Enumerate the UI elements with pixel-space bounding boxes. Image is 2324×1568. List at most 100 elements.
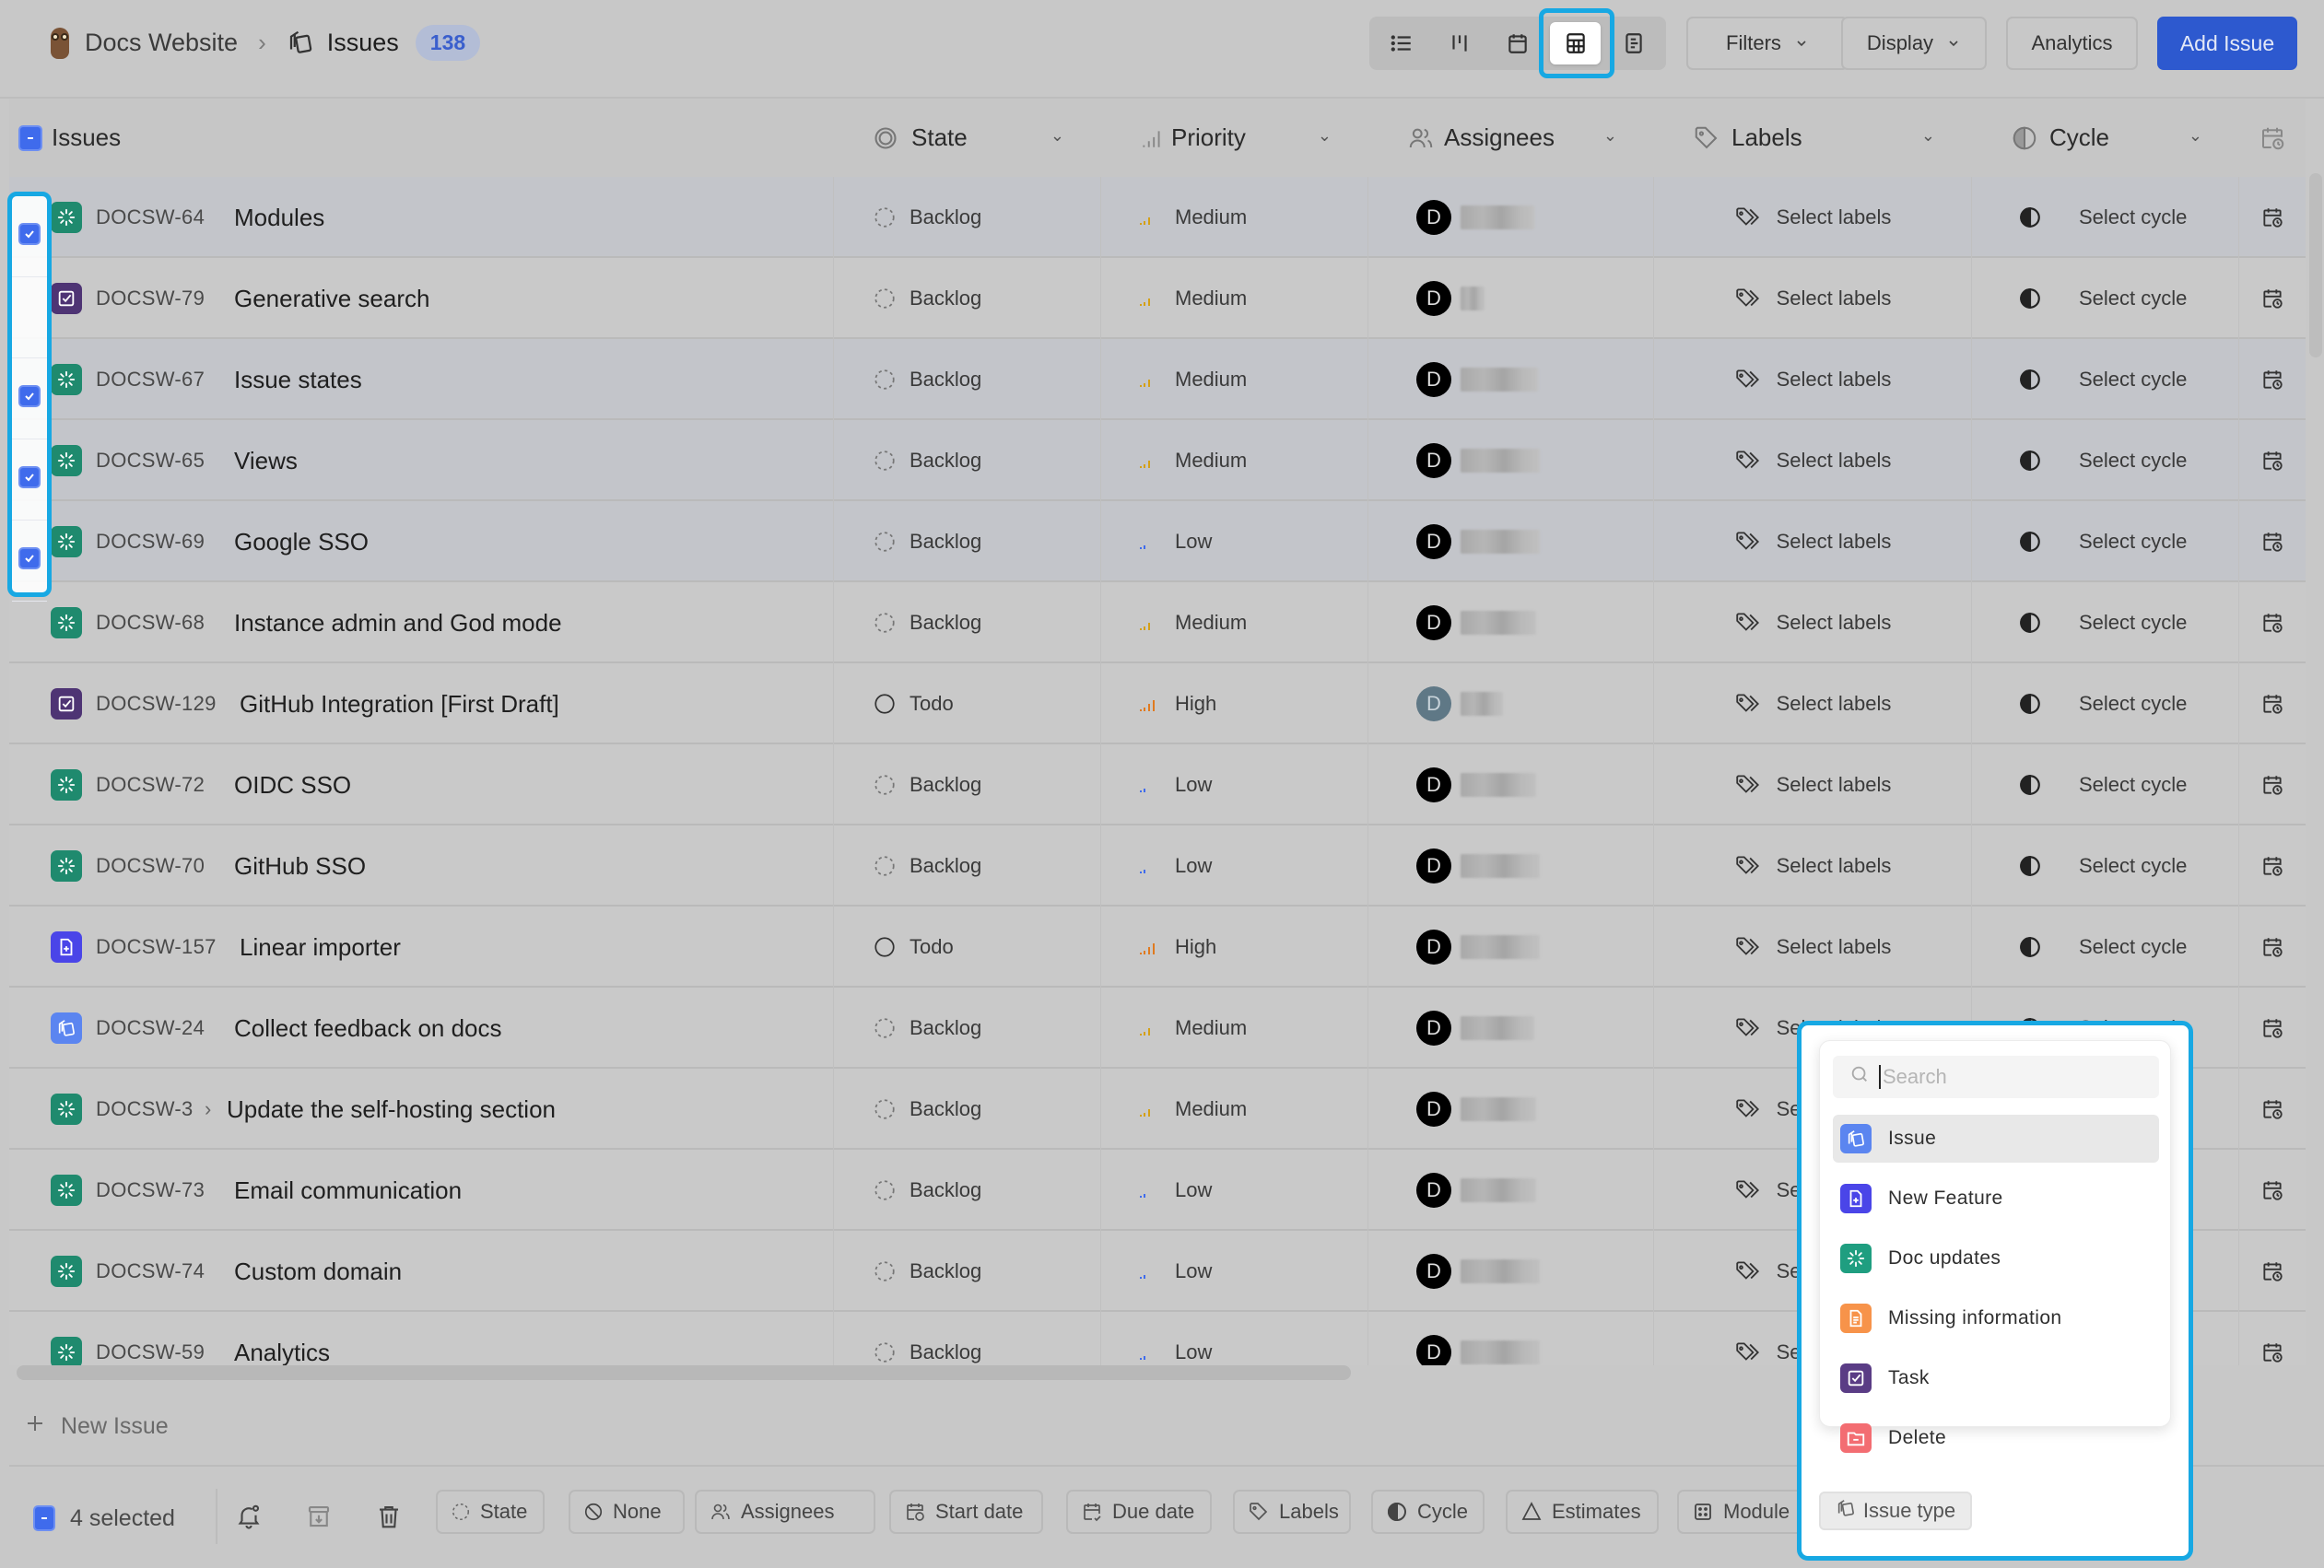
issue-cell[interactable]: DOCSW-72 OIDC SSO: [9, 744, 834, 825]
cycle-dropdown[interactable]: Select cycle: [1972, 582, 2239, 663]
assignee-dropdown[interactable]: D: [1368, 339, 1654, 420]
cycle-dropdown[interactable]: Select cycle: [1972, 825, 2239, 907]
state-dropdown[interactable]: Backlog: [834, 1069, 1101, 1150]
issue-type-option-missing-information[interactable]: Missing information: [1833, 1294, 2159, 1342]
priority-dropdown[interactable]: Low: [1101, 744, 1368, 825]
column-header-start-date[interactable]: [2239, 99, 2306, 177]
state-dropdown[interactable]: Backlog: [834, 420, 1101, 501]
column-header-state[interactable]: State ⌄: [834, 99, 1101, 177]
issue-cell[interactable]: DOCSW-3 › Update the self-hosting sectio…: [9, 1069, 834, 1150]
labels-dropdown[interactable]: Select labels: [1654, 907, 1972, 988]
cycle-dropdown[interactable]: Select cycle: [1972, 258, 2239, 339]
cycle-dropdown[interactable]: Select cycle: [1972, 501, 2239, 582]
start-date-button[interactable]: [2239, 825, 2306, 907]
issue-title[interactable]: GitHub SSO: [234, 825, 366, 907]
vertical-scrollbar[interactable]: [2309, 173, 2322, 357]
gantt-layout-button[interactable]: [1608, 22, 1659, 64]
priority-dropdown[interactable]: High: [1101, 663, 1368, 744]
cycle-dropdown[interactable]: Select cycle: [1972, 177, 2239, 258]
row-checkbox-checked[interactable]: [18, 547, 41, 569]
table-row[interactable]: DOCSW-68 Instance admin and God mode Bac…: [9, 582, 2306, 663]
issue-cell[interactable]: DOCSW-67 Issue states: [9, 339, 834, 420]
row-checkbox-checked[interactable]: [18, 223, 41, 245]
assignee-dropdown[interactable]: D: [1368, 1069, 1654, 1150]
priority-dropdown[interactable]: Medium: [1101, 339, 1368, 420]
table-row[interactable]: DOCSW-129 GitHub Integration [First Draf…: [9, 663, 2306, 744]
priority-dropdown[interactable]: Medium: [1101, 1069, 1368, 1150]
table-row[interactable]: DOCSW-64 Modules Backlog Medium D Select…: [9, 177, 2306, 258]
bulk-issue-type-button[interactable]: Issue type: [1819, 1492, 1972, 1530]
table-row[interactable]: DOCSW-69 Google SSO Backlog Low D Select…: [9, 501, 2306, 582]
row-select-cell[interactable]: [12, 521, 47, 602]
start-date-button[interactable]: [2239, 501, 2306, 582]
horizontal-scrollbar[interactable]: [17, 1365, 1351, 1380]
labels-dropdown[interactable]: Select labels: [1654, 825, 1972, 907]
filters-button[interactable]: Filters: [1686, 17, 1849, 70]
row-select-cell[interactable]: [12, 439, 47, 521]
state-dropdown[interactable]: Backlog: [834, 258, 1101, 339]
state-dropdown[interactable]: Backlog: [834, 988, 1101, 1069]
bulk-assignees-button[interactable]: Assignees: [695, 1490, 875, 1534]
labels-dropdown[interactable]: Select labels: [1654, 258, 1972, 339]
column-header-issues[interactable]: Issues: [18, 99, 834, 177]
state-dropdown[interactable]: Backlog: [834, 177, 1101, 258]
priority-dropdown[interactable]: Low: [1101, 1150, 1368, 1231]
start-date-button[interactable]: [2239, 1312, 2306, 1365]
column-header-priority[interactable]: Priority ⌄: [1101, 99, 1368, 177]
issue-type-option-new-feature[interactable]: New Feature: [1833, 1175, 2159, 1223]
add-issue-button[interactable]: Add Issue: [2157, 17, 2297, 70]
kanban-layout-button[interactable]: [1435, 22, 1485, 64]
new-issue-button[interactable]: New Issue: [24, 1407, 169, 1445]
state-dropdown[interactable]: Backlog: [834, 501, 1101, 582]
start-date-button[interactable]: [2239, 744, 2306, 825]
issue-cell[interactable]: DOCSW-157 Linear importer: [9, 907, 834, 988]
issue-cell[interactable]: DOCSW-70 GitHub SSO: [9, 825, 834, 907]
issue-type-option-task[interactable]: Task: [1833, 1354, 2159, 1402]
assignee-dropdown[interactable]: D: [1368, 744, 1654, 825]
assignee-dropdown[interactable]: D: [1368, 663, 1654, 744]
state-dropdown[interactable]: Backlog: [834, 1150, 1101, 1231]
assignee-dropdown[interactable]: D: [1368, 177, 1654, 258]
bulk-due-date-button[interactable]: Due date: [1066, 1490, 1212, 1534]
cycle-dropdown[interactable]: Select cycle: [1972, 420, 2239, 501]
table-row[interactable]: DOCSW-72 OIDC SSO Backlog Low D Select l…: [9, 744, 2306, 825]
select-all-checkbox[interactable]: [18, 124, 42, 151]
state-dropdown[interactable]: Backlog: [834, 339, 1101, 420]
bulk-cycle-button[interactable]: Cycle: [1371, 1490, 1485, 1534]
start-date-button[interactable]: [2239, 582, 2306, 663]
assignee-dropdown[interactable]: D: [1368, 258, 1654, 339]
assignee-dropdown[interactable]: D: [1368, 1312, 1654, 1365]
priority-dropdown[interactable]: Low: [1101, 1312, 1368, 1365]
bulk-module-button[interactable]: Module: [1677, 1490, 1811, 1534]
start-date-button[interactable]: [2239, 988, 2306, 1069]
table-row[interactable]: DOCSW-79 Generative search Backlog Mediu…: [9, 258, 2306, 339]
bulk-estimates-button[interactable]: Estimates: [1506, 1490, 1659, 1534]
issue-title[interactable]: Linear importer: [240, 907, 401, 988]
archive-button[interactable]: [300, 1500, 337, 1537]
assignee-dropdown[interactable]: D: [1368, 988, 1654, 1069]
row-select-cell[interactable]: [12, 277, 47, 358]
list-layout-button[interactable]: [1377, 22, 1427, 64]
start-date-button[interactable]: [2239, 1231, 2306, 1312]
issue-type-option-delete[interactable]: Delete: [1833, 1414, 2159, 1462]
labels-dropdown[interactable]: Select labels: [1654, 501, 1972, 582]
start-date-button[interactable]: [2239, 1150, 2306, 1231]
column-header-assignees[interactable]: Assignees ⌄: [1368, 99, 1654, 177]
state-dropdown[interactable]: Backlog: [834, 1312, 1101, 1365]
table-row[interactable]: DOCSW-70 GitHub SSO Backlog Low D Select…: [9, 825, 2306, 907]
issue-title[interactable]: OIDC SSO: [234, 744, 351, 825]
priority-dropdown[interactable]: Medium: [1101, 258, 1368, 339]
expand-subissues-chevron-icon[interactable]: ›: [205, 1069, 211, 1150]
assignee-dropdown[interactable]: D: [1368, 825, 1654, 907]
chevron-down-icon[interactable]: ⌄: [1921, 126, 1935, 146]
issue-cell[interactable]: DOCSW-129 GitHub Integration [First Draf…: [9, 663, 834, 744]
issue-cell[interactable]: DOCSW-73 Email communication: [9, 1150, 834, 1231]
assignee-dropdown[interactable]: D: [1368, 501, 1654, 582]
issue-cell[interactable]: DOCSW-79 Generative search: [9, 258, 834, 339]
delete-button[interactable]: [370, 1500, 407, 1537]
column-header-cycle[interactable]: Cycle ⌄: [1972, 99, 2239, 177]
issue-title[interactable]: Instance admin and God mode: [234, 582, 562, 663]
issue-type-option-issue[interactable]: Issue: [1833, 1115, 2159, 1163]
bulk-start-date-button[interactable]: Start date: [889, 1490, 1043, 1534]
analytics-button[interactable]: Analytics: [2006, 17, 2138, 70]
